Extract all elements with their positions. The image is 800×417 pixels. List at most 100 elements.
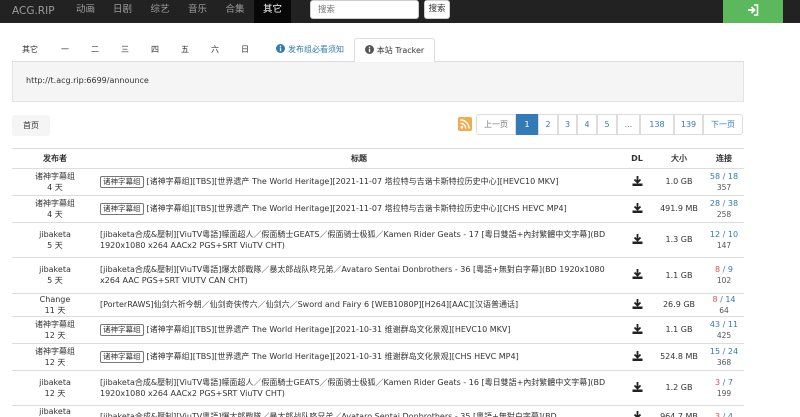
- page-2[interactable]: 2: [538, 114, 558, 135]
- torrent-title-link[interactable]: [jibaketa合成&壓制][ViuTV粵語]幪面超人／假面騎士GEATS／假…: [100, 230, 605, 250]
- top-navbar: ACG.RIP 动画 日剧 综艺 音乐 合集 其它 搜索: [0, 0, 800, 23]
- peer-separator: /: [720, 346, 728, 356]
- publisher-cell: jibaketa 5 天: [12, 257, 98, 294]
- title-cell: [jibaketa合成&壓制][ViuTV粵語]爆太郎戰隊／暴太郎战队咚兄弟／A…: [98, 405, 620, 417]
- page-1[interactable]: 1: [516, 114, 538, 135]
- tab-saturday[interactable]: 六: [202, 38, 228, 62]
- torrent-title-link[interactable]: [诸神字幕组][TBS][世界遗产 The World Heritage][20…: [147, 204, 567, 213]
- rss-icon[interactable]: [458, 117, 472, 131]
- info-icon: [276, 44, 285, 53]
- publisher-name[interactable]: jibaketa: [39, 265, 71, 274]
- tab-publisher-notice-label: 发布组必看须知: [288, 45, 344, 54]
- header-connections: 连接: [704, 149, 744, 169]
- publish-time: 4 天: [47, 182, 63, 192]
- completed-count: 199: [716, 388, 732, 398]
- table-row: jibaketa 5 天 [jibaketa合成&壓制][ViuTV粵語]幪面超人／…: [12, 222, 744, 258]
- download-icon[interactable]: [632, 202, 643, 213]
- download-cell: [620, 168, 654, 196]
- search-button[interactable]: 搜索: [424, 0, 450, 19]
- tracker-url[interactable]: http://t.acg.rip:6699/announce: [26, 76, 149, 85]
- seeders-count: 58: [709, 171, 721, 181]
- team-badge[interactable]: 诸神字幕组: [100, 350, 144, 363]
- tab-thursday[interactable]: 四: [142, 38, 168, 62]
- publisher-name[interactable]: 诸神字幕组: [35, 199, 75, 208]
- publish-time: 4 天: [47, 209, 63, 219]
- publisher-name[interactable]: 诸神字幕组: [35, 347, 75, 356]
- file-size: 1.1 GB: [654, 257, 704, 294]
- download-icon[interactable]: [632, 269, 643, 279]
- publisher-cell: 诸神字幕组 12 天: [12, 316, 98, 344]
- title-cell: [jibaketa合成&壓制][ViuTV粵語]幪面超人／假面騎士GEATS／假…: [98, 370, 620, 406]
- nav-item-variety[interactable]: 综艺: [141, 0, 179, 23]
- tab-publisher-notice[interactable]: 发布组必看须知: [264, 38, 356, 62]
- torrent-title-link[interactable]: [PorterRAWS]仙剑六祈今朝／仙剑奇侠传六／仙剑六／Sword and …: [100, 300, 518, 309]
- leechers-count: 18: [727, 171, 739, 181]
- download-cell: [620, 343, 654, 371]
- tab-monday[interactable]: 一: [52, 38, 78, 62]
- page-5[interactable]: 5: [597, 114, 617, 135]
- torrent-table: 发布者 标题 DL 大小 连接 诸神字幕组 4 天诸神字幕组 [诸神字幕组][TBS…: [12, 148, 744, 417]
- download-icon[interactable]: [632, 323, 643, 334]
- publisher-name[interactable]: 诸神字幕组: [35, 320, 75, 329]
- site-brand[interactable]: ACG.RIP: [12, 0, 55, 23]
- leechers-count: 10: [727, 229, 739, 239]
- download-icon[interactable]: [632, 381, 643, 392]
- publisher-name[interactable]: 诸神字幕组: [35, 172, 75, 181]
- torrent-title-link[interactable]: [诸神字幕组][TBS][世界遗产 The World Heritage][20…: [147, 352, 519, 361]
- download-icon[interactable]: [632, 410, 643, 417]
- page-139[interactable]: 139: [674, 114, 703, 135]
- publisher-name[interactable]: jibaketa: [39, 378, 71, 387]
- team-badge[interactable]: 诸神字幕组: [100, 323, 144, 336]
- file-size: 1.2 GB: [654, 370, 704, 406]
- torrent-title-link[interactable]: [jibaketa合成&壓制][ViuTV粵語]爆太郎戰隊／暴太郎战队咚兄弟／A…: [100, 412, 557, 417]
- download-icon[interactable]: [632, 298, 643, 309]
- torrent-title-link[interactable]: [诸神字幕组][TBS][世界遗产 The World Heritage][20…: [147, 325, 511, 334]
- page-next[interactable]: 下一页: [703, 114, 743, 135]
- tab-other[interactable]: 其它: [15, 38, 45, 62]
- nav-item-drama[interactable]: 日剧: [104, 0, 141, 23]
- search-input[interactable]: [310, 0, 419, 19]
- tab-tuesday[interactable]: 二: [82, 38, 108, 62]
- nav-item-music[interactable]: 音乐: [179, 0, 216, 23]
- download-cell: [620, 370, 654, 406]
- file-size: 1.1 GB: [654, 316, 704, 344]
- leechers-count: 4: [727, 412, 733, 417]
- download-cell: [620, 222, 654, 258]
- seeders-count: 28: [709, 198, 721, 208]
- page-4[interactable]: 4: [577, 114, 597, 135]
- page-138[interactable]: 138: [640, 114, 674, 135]
- completed-count: 102: [716, 276, 732, 285]
- table-row: 诸神字幕组 12 天诸神字幕组 [诸神字幕组][TBS][世界遗产 The Worl…: [12, 316, 744, 344]
- nav-item-anime[interactable]: 动画: [67, 0, 104, 23]
- nav-item-collection[interactable]: 合集: [216, 0, 254, 23]
- publisher-name[interactable]: jibaketa: [39, 407, 71, 416]
- publisher-name[interactable]: jibaketa: [39, 230, 71, 239]
- page-prev[interactable]: 上一页: [476, 114, 516, 135]
- connections-cell: 3 / 4: [704, 405, 744, 417]
- leechers-count: 24: [727, 346, 739, 356]
- publisher-name[interactable]: Change: [40, 295, 71, 304]
- page-3[interactable]: 3: [558, 114, 577, 135]
- torrent-title-link[interactable]: [jibaketa合成&壓制][ViuTV粵語]幪面超人／假面騎士GEATS／假…: [100, 378, 605, 398]
- login-button[interactable]: [723, 0, 783, 23]
- download-cell: [620, 316, 654, 344]
- download-icon[interactable]: [632, 175, 643, 186]
- home-breadcrumb[interactable]: 首页: [12, 115, 50, 136]
- tab-sunday[interactable]: 日: [232, 38, 258, 62]
- team-badge[interactable]: 诸神字幕组: [100, 175, 144, 188]
- table-row: jibaketa12 天[jibaketa合成&壓制][ViuTV粵語]爆太郎戰…: [12, 405, 744, 417]
- peer-separator: /: [720, 377, 728, 387]
- torrent-title-link[interactable]: [诸神字幕组][TBS][世界遗产 The World Heritage][20…: [147, 177, 559, 186]
- download-icon[interactable]: [632, 350, 643, 361]
- torrent-title-link[interactable]: [jibaketa合成&壓制][ViuTV粵語]爆太郎戰隊／暴太郎战队咚兄弟／A…: [100, 265, 605, 285]
- team-badge[interactable]: 诸神字幕组: [100, 202, 144, 215]
- tab-wednesday[interactable]: 三: [112, 38, 138, 62]
- tab-tracker-label: 本站 Tracker: [376, 46, 425, 55]
- nav-item-other[interactable]: 其它: [254, 0, 291, 23]
- tab-tracker[interactable]: 本站 Tracker: [354, 38, 435, 63]
- download-icon[interactable]: [632, 233, 643, 244]
- tab-friday[interactable]: 五: [172, 38, 198, 62]
- publish-time: 5 天: [47, 276, 63, 285]
- table-row: 诸神字幕组 4 天诸神字幕组 [诸神字幕组][TBS][世界遗产 The World…: [12, 195, 744, 223]
- publisher-cell: jibaketa12 天: [12, 370, 98, 406]
